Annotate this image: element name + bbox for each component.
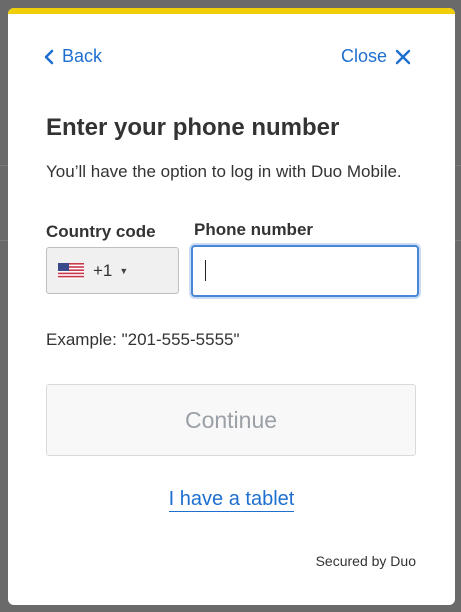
example-hint: Example: "201-555-5555" — [46, 330, 240, 349]
us-flag-icon — [58, 262, 84, 279]
tablet-link-container: I have a tablet — [8, 488, 455, 512]
close-button[interactable]: Close — [341, 46, 411, 67]
country-code-value: +1 — [93, 260, 113, 280]
secured-by-duo-footer: Secured by Duo — [315, 553, 416, 569]
accent-bar — [8, 8, 455, 14]
back-label: Back — [62, 46, 103, 66]
country-code-select[interactable]: +1 ▼ — [46, 247, 179, 294]
phone-enrollment-dialog: Back Close Enter your phone number You’l… — [8, 8, 455, 605]
page-subtitle: You’ll have the option to log in with Du… — [46, 162, 402, 181]
close-x-icon — [395, 49, 411, 65]
close-label: Close — [340, 46, 387, 66]
page-title: Enter your phone number — [46, 114, 340, 141]
chevron-left-icon — [44, 49, 54, 65]
back-button[interactable]: Back — [44, 46, 102, 67]
caret-down-icon: ▼ — [119, 265, 129, 276]
continue-button[interactable]: Continue — [46, 384, 416, 456]
i-have-a-tablet-link[interactable]: I have a tablet — [168, 488, 295, 512]
country-code-label: Country code — [46, 222, 156, 241]
phone-number-label: Phone number — [194, 220, 314, 239]
text-cursor — [205, 260, 206, 281]
background-divider — [0, 240, 8, 241]
phone-number-input[interactable] — [191, 245, 419, 297]
background-divider — [0, 165, 8, 166]
